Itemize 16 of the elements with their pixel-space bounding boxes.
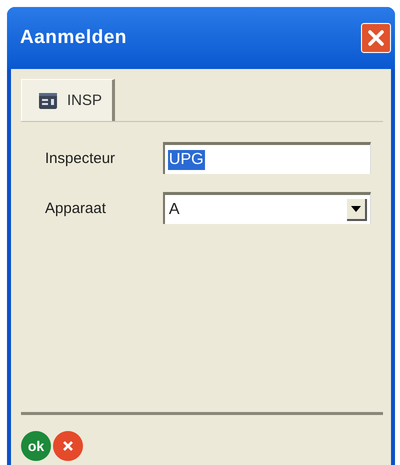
cross-icon xyxy=(62,440,74,452)
caret-icon xyxy=(351,206,361,212)
tab[interactable]: INSP xyxy=(21,79,116,121)
field-label: Apparaat xyxy=(45,200,107,216)
close-button[interactable] xyxy=(361,23,391,53)
dropdown-button[interactable] xyxy=(347,198,367,220)
inspector-field[interactable]: UPG xyxy=(162,142,371,174)
field-value: A xyxy=(168,200,181,220)
field-value: UPG xyxy=(168,150,205,170)
device-dropdown[interactable]: A xyxy=(162,192,371,224)
ok-button[interactable]: ok xyxy=(21,431,51,461)
close-icon xyxy=(365,27,387,49)
field-label: Inspecteur xyxy=(45,150,116,166)
form-icon xyxy=(38,92,58,110)
cancel-button[interactable] xyxy=(53,431,83,461)
window-title: Aanmelden xyxy=(20,27,127,49)
